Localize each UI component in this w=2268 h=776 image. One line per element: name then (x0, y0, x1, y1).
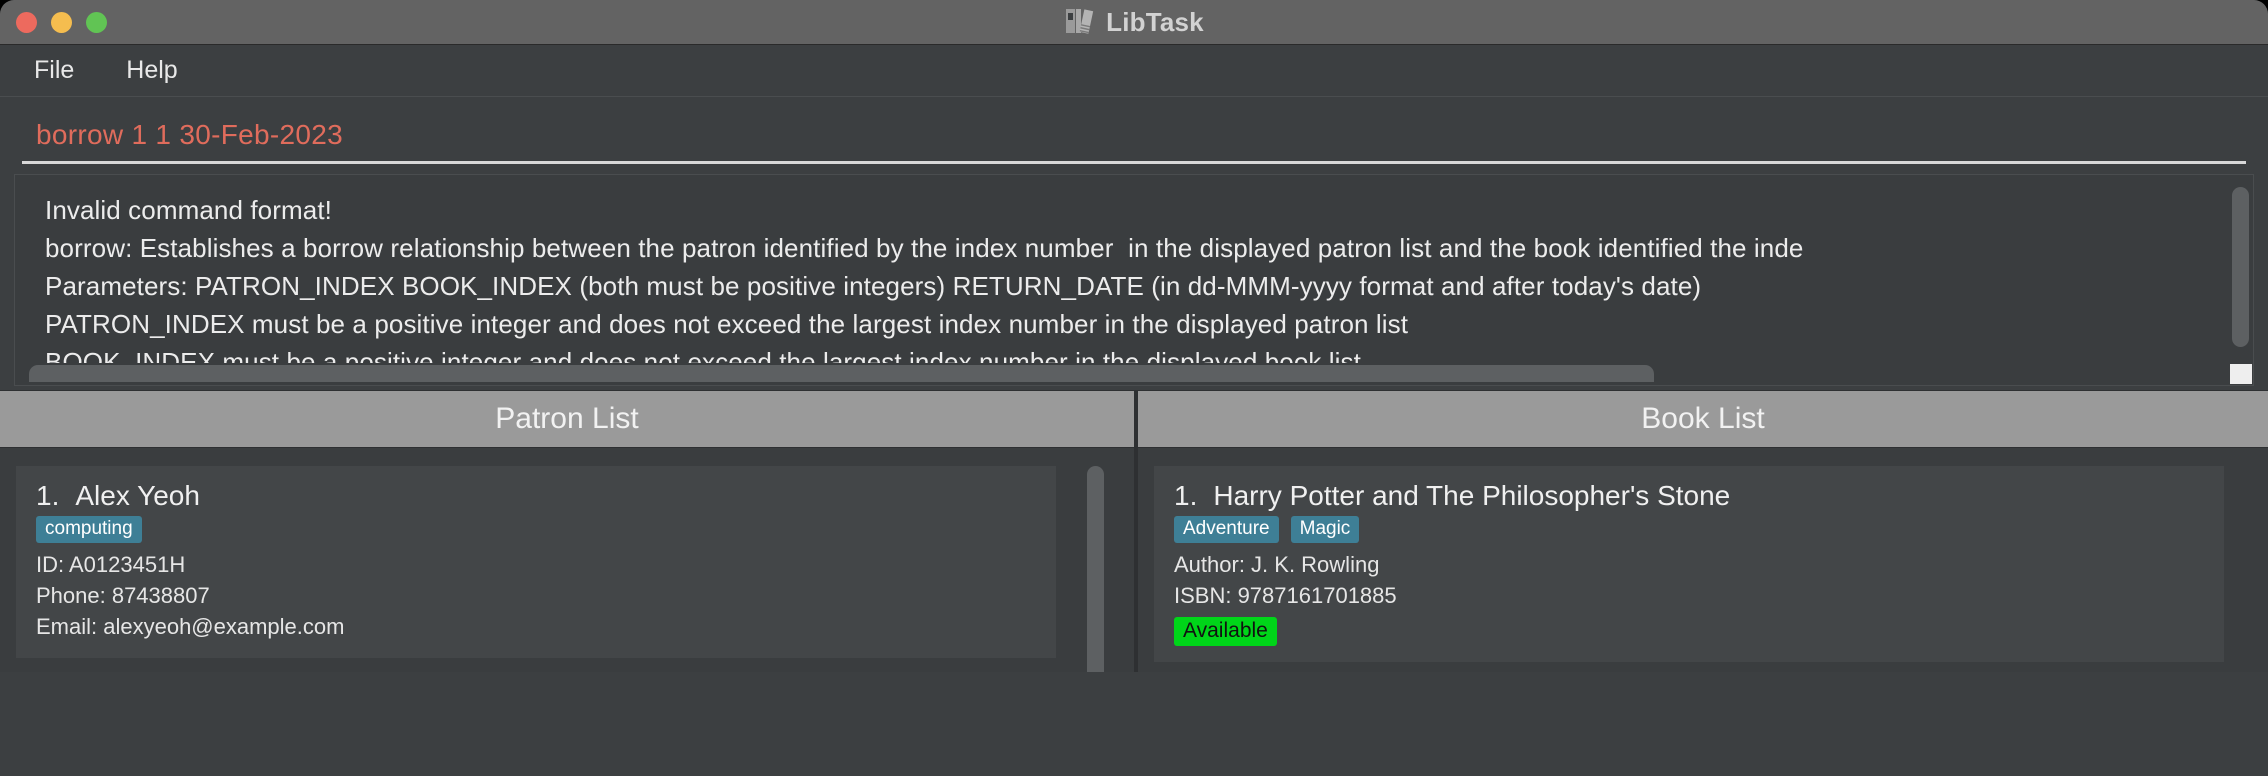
patron-name: Alex Yeoh (75, 480, 200, 511)
book-list-panel: Book List 1. Harry Potter and The Philos… (1138, 390, 2268, 672)
patron-id: ID: A0123451H (36, 551, 186, 577)
result-horizontal-scroll-thumb[interactable] (29, 365, 1654, 382)
book-tag: Adventure (1174, 516, 1279, 543)
app-title: LibTask (1106, 6, 1204, 37)
patron-title-row: 1. Alex Yeoh (36, 480, 1036, 512)
list-item[interactable]: 1. Harry Potter and The Philosopher's St… (1154, 466, 2224, 663)
book-index: 1. (1174, 480, 1198, 511)
book-tag-row: Adventure Magic (1174, 516, 2204, 543)
patron-list-scroll-thumb[interactable] (1087, 466, 1104, 672)
window-title-group: LibTask (0, 0, 2268, 45)
book-list-header: Book List (1138, 390, 2268, 448)
book-tag: Magic (1290, 516, 1360, 543)
result-display-panel: Invalid command format! borrow: Establis… (14, 174, 2254, 386)
scrollbar-corner (2230, 364, 2252, 384)
books-icon (1064, 5, 1094, 40)
menu-item-help[interactable]: Help (114, 52, 189, 89)
result-line: Invalid command format! (45, 195, 332, 225)
book-list-body: 1. Harry Potter and The Philosopher's St… (1138, 448, 2268, 672)
patron-list-body: 1. Alex Yeoh computing ID: A0123451H Pho… (0, 448, 1134, 672)
lists-container: Patron List 1. Alex Yeoh computing ID: A… (0, 390, 2268, 672)
patron-email: Email: alexyeoh@example.com (36, 613, 345, 639)
book-author: Author: J. K. Rowling (1174, 551, 1380, 577)
result-line: borrow: Establishes a borrow relationshi… (45, 233, 1804, 263)
book-list-title: Book List (1641, 402, 1765, 435)
patron-list-header: Patron List (0, 390, 1134, 448)
app-window: LibTask File Help borrow 1 1 30-Feb-2023… (0, 0, 2268, 776)
command-input[interactable]: borrow 1 1 30-Feb-2023 (36, 119, 2246, 151)
result-vertical-scroll-thumb[interactable] (2232, 187, 2249, 347)
result-line: PATRON_INDEX must be a positive integer … (45, 309, 1409, 339)
menu-bar: File Help (0, 45, 2268, 97)
result-horizontal-scrollbar[interactable] (15, 363, 2227, 385)
result-display-text: Invalid command format! borrow: Establis… (15, 175, 2253, 381)
command-area: borrow 1 1 30-Feb-2023 (0, 97, 2268, 164)
status-badge: Available (1174, 616, 1277, 647)
patron-list-title: Patron List (495, 402, 639, 435)
patron-index: 1. (36, 480, 60, 511)
patron-tag-row: computing (36, 516, 1036, 543)
list-item[interactable]: 1. Alex Yeoh computing ID: A0123451H Pho… (16, 466, 1056, 658)
patron-list-panel: Patron List 1. Alex Yeoh computing ID: A… (0, 390, 1138, 672)
book-isbn: ISBN: 9787161701885 (1174, 582, 1397, 608)
book-title-row: 1. Harry Potter and The Philosopher's St… (1174, 480, 2204, 512)
window-titlebar: LibTask (0, 0, 2268, 45)
patron-phone: Phone: 87438807 (36, 582, 210, 608)
patron-tag: computing (36, 516, 142, 543)
book-title: Harry Potter and The Philosopher's Stone (1213, 480, 1731, 511)
result-vertical-scrollbar[interactable] (2227, 175, 2253, 385)
command-input-box[interactable]: borrow 1 1 30-Feb-2023 (22, 115, 2246, 164)
result-line: Parameters: PATRON_INDEX BOOK_INDEX (bot… (45, 271, 1702, 301)
menu-item-file[interactable]: File (22, 52, 86, 89)
